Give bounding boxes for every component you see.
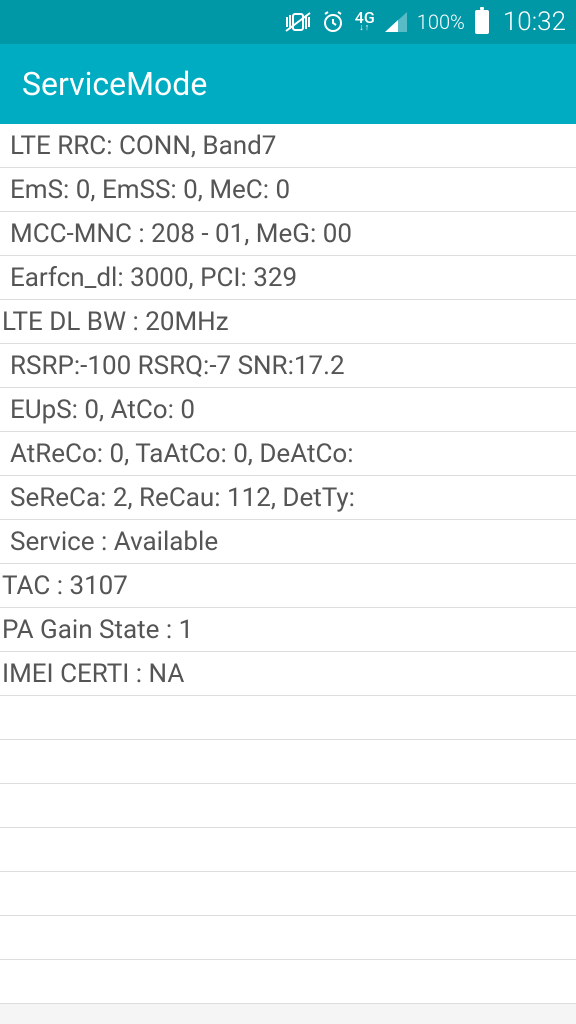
list-item[interactable] — [0, 828, 576, 872]
battery-icon — [475, 10, 489, 34]
list-item[interactable] — [0, 784, 576, 828]
list-item[interactable]: PA Gain State : 1 — [0, 608, 576, 652]
status-icons: 4G ↓↑ 100% 10:32 — [285, 7, 566, 37]
list-item[interactable]: MCC-MNC : 208 - 01, MeG: 00 — [0, 212, 576, 256]
list-item[interactable]: EUpS: 0, AtCo: 0 — [0, 388, 576, 432]
list-item[interactable]: IMEI CERTI : NA — [0, 652, 576, 696]
list-item[interactable]: Earfcn_dl: 3000, PCI: 329 — [0, 256, 576, 300]
network-arrows: ↓↑ — [359, 25, 370, 32]
network-type-icon: 4G ↓↑ — [355, 12, 375, 32]
signal-icon — [385, 12, 407, 32]
list-item[interactable]: EmS: 0, EmSS: 0, MeC: 0 — [0, 168, 576, 212]
list-item[interactable]: Service : Available — [0, 520, 576, 564]
list-item[interactable] — [0, 740, 576, 784]
list-item[interactable]: LTE RRC: CONN, Band7 — [0, 124, 576, 168]
list-item[interactable] — [0, 916, 576, 960]
clock: 10:32 — [503, 7, 566, 37]
app-title: ServiceMode — [22, 65, 207, 103]
list-item[interactable]: RSRP:-100 RSRQ:-7 SNR:17.2 — [0, 344, 576, 388]
list-item[interactable]: LTE DL BW : 20MHz — [0, 300, 576, 344]
service-mode-list: LTE RRC: CONN, Band7EmS: 0, EmSS: 0, MeC… — [0, 124, 576, 1004]
list-item[interactable] — [0, 960, 576, 1004]
list-item[interactable]: AtReCo: 0, TaAtCo: 0, DeAtCo: — [0, 432, 576, 476]
list-item[interactable] — [0, 696, 576, 740]
status-bar: 4G ↓↑ 100% 10:32 — [0, 0, 576, 44]
vibrate-icon — [285, 11, 311, 33]
alarm-icon — [321, 10, 345, 34]
list-item[interactable] — [0, 872, 576, 916]
list-item[interactable]: TAC : 3107 — [0, 564, 576, 608]
battery-percent: 100% — [417, 10, 465, 34]
app-bar: ServiceMode — [0, 44, 576, 124]
list-item[interactable]: SeReCa: 2, ReCau: 112, DetTy: — [0, 476, 576, 520]
